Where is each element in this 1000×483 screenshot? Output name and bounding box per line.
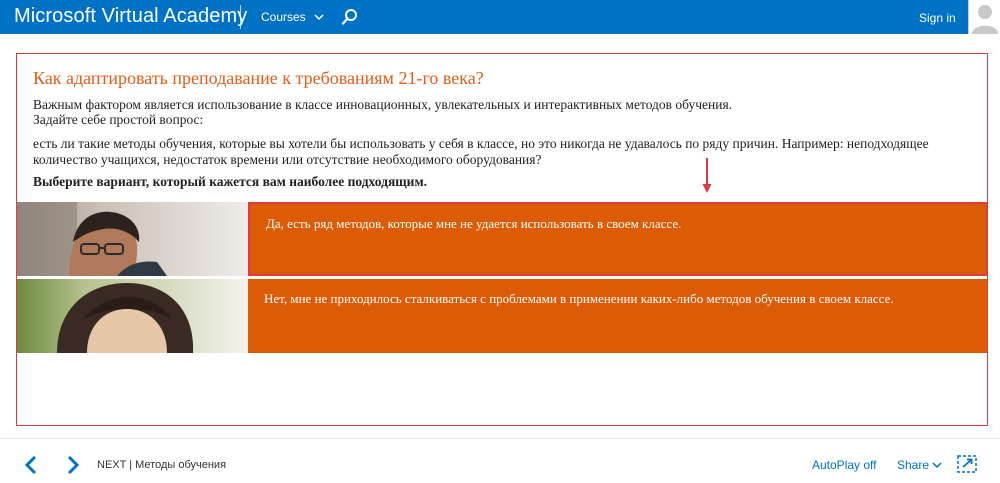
answer-option-label: Нет, мне не приходилось сталкиваться с п… [264,291,894,306]
player-controls-bar: NEXT | Методы обучения AutoPlay off Shar… [0,438,1000,483]
answer-option-yes[interactable]: Да, есть ряд методов, которые мне не уда… [17,202,987,276]
down-arrow-icon [702,158,712,193]
sign-in-link[interactable]: Sign in [919,11,956,25]
lesson-prompt: Выберите вариант, который кажется вам на… [33,174,428,189]
header-divider [240,5,241,29]
woman-photo [17,279,248,353]
man-glasses-photo [17,202,248,276]
courses-label: Courses [261,10,306,24]
avatar[interactable] [968,0,1000,34]
previous-arrow-icon[interactable] [24,455,38,475]
chevron-down-icon [314,10,324,24]
share-label: Share [897,458,930,472]
next-title: Методы обучения [135,459,227,471]
lesson-instruction-line: Задайте себе простой вопрос: [33,112,204,127]
autoplay-toggle[interactable]: AutoPlay off [812,458,877,472]
answer-option-box[interactable]: Нет, мне не приходилось сталкиваться с п… [248,279,987,353]
next-lesson-link[interactable]: NEXT | Методы обучения [97,459,226,471]
brand-logo[interactable]: Microsoft Virtual Academy [14,5,247,28]
chevron-down-icon [932,458,942,472]
courses-menu-button[interactable]: Courses [261,10,324,24]
answer-option-no[interactable]: Нет, мне не приходилось сталкиваться с п… [17,279,987,353]
answer-option-label: Да, есть ряд методов, которые мне не уда… [266,216,682,231]
lesson-intro-line: Важным фактором является использование в… [33,97,733,112]
top-navigation-bar: Microsoft Virtual Academy Courses Sign i… [0,0,1000,34]
next-separator: | [126,459,136,471]
search-icon[interactable] [341,8,359,26]
share-button[interactable]: Share [897,458,942,472]
lesson-title: Как адаптировать преподавание к требован… [33,68,484,88]
next-prefix: NEXT [97,459,127,471]
fullscreen-icon[interactable] [957,455,977,473]
answer-option-box[interactable]: Да, есть ряд методов, которые мне не уда… [248,202,987,276]
next-arrow-icon[interactable] [66,455,80,475]
lesson-frame: Как адаптировать преподавание к требован… [16,53,988,426]
lesson-question-text: есть ли такие методы обучения, которые в… [33,136,929,167]
